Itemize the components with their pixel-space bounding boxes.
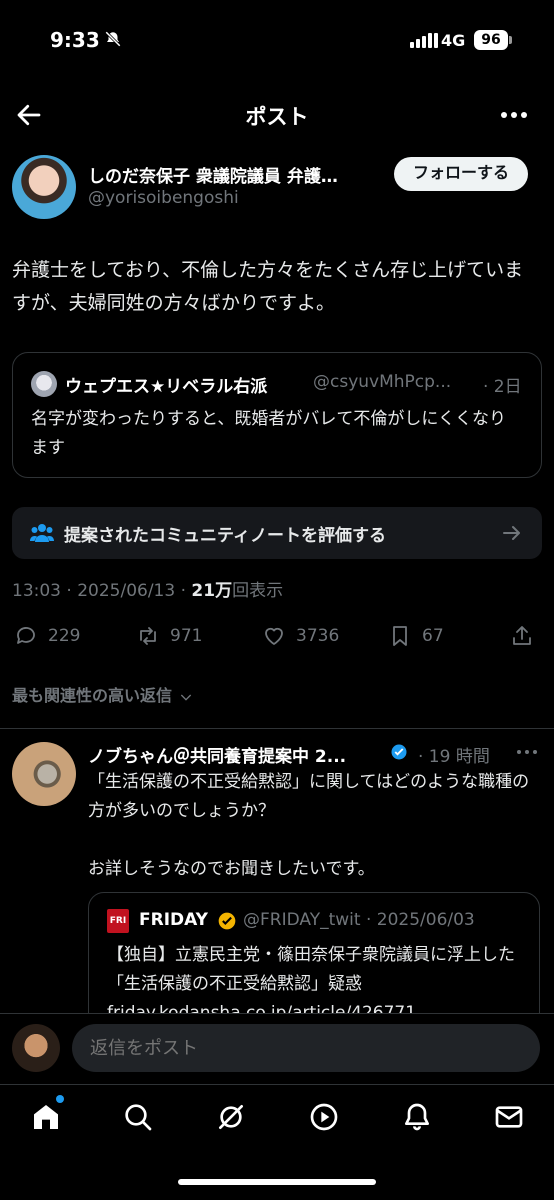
- bookmark-count: 67: [422, 626, 444, 646]
- quoted-avatar: [31, 371, 57, 397]
- friday-logo: FRI: [107, 909, 129, 933]
- reply-sort-selector[interactable]: 最も関連性の高い返信: [12, 682, 194, 706]
- people-icon: [30, 524, 54, 542]
- reply-sort-label: 最も関連性の高い返信: [12, 686, 173, 705]
- bell-muted-icon: [105, 31, 121, 47]
- follow-button[interactable]: フォローする: [394, 157, 528, 191]
- chevron-down-icon: [180, 694, 191, 701]
- view-count: 21万: [191, 581, 233, 601]
- notification-dot: [56, 1095, 64, 1103]
- post-timestamp: 13:03 · 2025/06/13 ·: [12, 581, 192, 601]
- reply-input[interactable]: [72, 1024, 540, 1072]
- signal-icon: [410, 32, 438, 48]
- current-user-avatar[interactable]: [12, 1024, 60, 1072]
- post-meta: 13:03 · 2025/06/13 · 21万回表示: [12, 576, 283, 601]
- reply-composer: [0, 1013, 554, 1083]
- network-type: 4G: [441, 31, 466, 50]
- community-note-button[interactable]: 提案されたコミュニティノートを評価する: [12, 507, 542, 559]
- top-bar: ポスト: [0, 88, 554, 144]
- tab-search[interactable]: [122, 1101, 158, 1137]
- like-action[interactable]: 3736: [262, 620, 339, 652]
- reply-more-icon[interactable]: [514, 742, 540, 762]
- view-label[interactable]: 回表示: [232, 581, 283, 601]
- battery-cap: [509, 36, 512, 44]
- video-icon: [310, 1103, 338, 1131]
- heart-icon: [265, 627, 283, 645]
- status-bar: 9:33 4G 96: [0, 0, 554, 84]
- quoted-author-name: FRIDAY: [139, 910, 208, 930]
- tab-notifications[interactable]: [401, 1101, 437, 1137]
- reply-text-line: お詳しそうなのでお聞きしたいです。: [88, 859, 375, 879]
- reply-action[interactable]: 229: [14, 620, 80, 652]
- tab-grok[interactable]: [215, 1101, 251, 1137]
- quoted-text: 名字が変わったりすると、既婚者がバレて不倫がしにくくなります: [31, 409, 506, 458]
- notifications-icon: [405, 1103, 429, 1131]
- reply-count: 229: [48, 626, 81, 646]
- reply-text-line: 「生活保護の不正受給黙認」に関してはどのような職種の方が多いのでしょうか？: [88, 772, 530, 821]
- status-time: 9:33: [50, 28, 100, 52]
- post-text: 弁護士をしており、不倫した方々をたくさん存じ上げていますが、夫婦同姓の方々ばかり…: [12, 259, 524, 314]
- quoted-time: · 2日: [483, 377, 522, 397]
- quoted-author-name: ウェプエス★リベラル右派: [65, 377, 268, 397]
- reply-author-name[interactable]: ノブちゃん＠共同養育提案中 2...: [88, 742, 346, 767]
- repost-action[interactable]: 971: [136, 620, 202, 652]
- bookmark-icon: [393, 626, 407, 646]
- reply-avatar[interactable]: [12, 742, 76, 806]
- grok-icon: [219, 1105, 243, 1129]
- gold-verified-badge-icon: [218, 912, 236, 930]
- post-actions: 229 971 3736 67: [0, 620, 554, 652]
- like-count: 3736: [296, 626, 340, 646]
- verified-badge-icon: [391, 744, 407, 760]
- repost-icon: [140, 627, 156, 645]
- author-handle[interactable]: @yorisoibengoshi: [88, 188, 239, 208]
- reply-icon: [17, 627, 35, 644]
- home-icon: [34, 1105, 58, 1129]
- battery-icon: 96: [474, 30, 508, 50]
- search-icon: [125, 1104, 152, 1131]
- tab-messages[interactable]: [493, 1101, 529, 1137]
- share-action[interactable]: [510, 620, 534, 652]
- reply-time: · 19 時間: [418, 747, 490, 767]
- divider: [0, 728, 554, 729]
- arrow-right-icon: [503, 526, 520, 540]
- bottom-tab-bar: [0, 1084, 554, 1200]
- share-icon: [513, 626, 531, 645]
- more-options-icon[interactable]: [496, 100, 532, 130]
- quoted-author-handle: @csyuvMhPcp...: [313, 372, 452, 392]
- page-title: ポスト: [245, 105, 309, 129]
- reply-text: 「生活保護の不正受給黙認」に関してはどのような職種の方が多いのでしょうか？ お詳…: [88, 768, 540, 884]
- tab-home[interactable]: [30, 1101, 66, 1137]
- tab-video[interactable]: [308, 1101, 344, 1137]
- quoted-post[interactable]: ウェプエス★リベラル右派 @csyuvMhPcp... · 2日 名字が変わった…: [12, 352, 542, 478]
- bookmark-action[interactable]: 67: [388, 620, 444, 652]
- author-name[interactable]: しのだ奈保子 衆議院議員 弁護…: [88, 162, 338, 187]
- home-indicator: [178, 1179, 376, 1185]
- quoted-author-handle: @FRIDAY_twit · 2025/06/03: [243, 910, 475, 930]
- repost-count: 971: [170, 626, 203, 646]
- messages-icon: [495, 1106, 523, 1128]
- community-note-label: 提案されたコミュニティノートを評価する: [64, 526, 386, 546]
- author-avatar[interactable]: [12, 155, 76, 219]
